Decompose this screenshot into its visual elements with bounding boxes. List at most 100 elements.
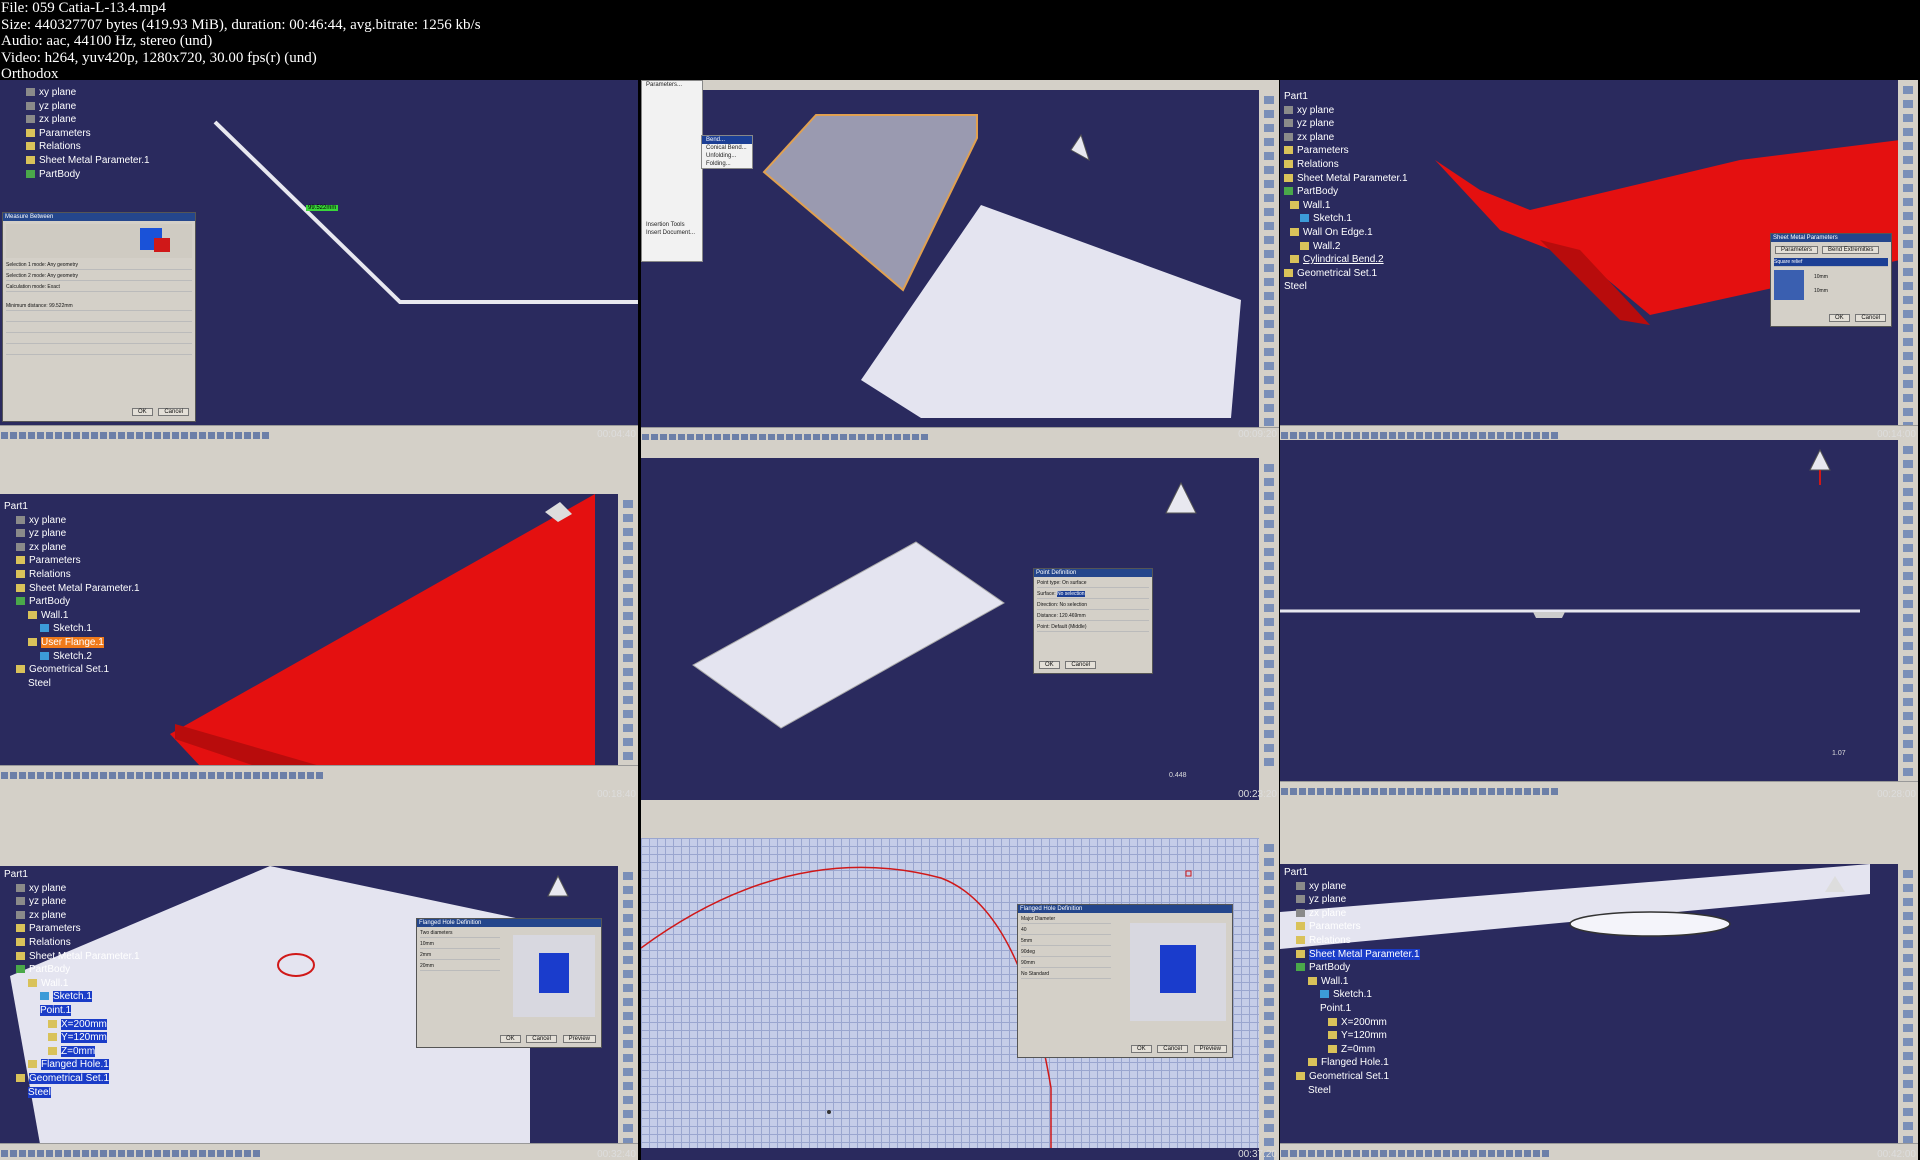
tree-node[interactable]: Relations (16, 936, 140, 950)
tree-node[interactable]: xy plane (1296, 880, 1420, 894)
bottom-toolbar[interactable] (0, 1143, 638, 1160)
tree-node[interactable]: PartBody (16, 595, 140, 609)
tree-node[interactable]: Sheet Metal Parameter.1 (26, 154, 150, 168)
tree-node[interactable]: Sheet Metal Parameter.1 (1296, 948, 1420, 962)
tree-node[interactable]: Part1 (1284, 90, 1408, 104)
tree-node[interactable]: PartBody (1284, 185, 1408, 199)
thumbnail-1[interactable]: 99.522mm xy plane yz plane zx plane Para… (0, 80, 638, 440)
tree-node[interactable]: Parameters (16, 922, 140, 936)
tree-node[interactable]: Wall.1 (28, 977, 140, 991)
preview-button[interactable]: Preview (1193, 1045, 1227, 1053)
ok-button[interactable]: OK (131, 408, 153, 416)
radius-field[interactable]: 5mm (1021, 937, 1111, 946)
ok-button[interactable]: OK (499, 1035, 521, 1043)
surface-field[interactable]: No selection (1057, 591, 1085, 597)
point-type-select[interactable]: On surface (1062, 580, 1086, 586)
bottom-toolbar[interactable] (1280, 781, 1918, 800)
tree-node[interactable]: Wall.2 (1300, 240, 1408, 254)
top-toolbar[interactable] (0, 816, 638, 866)
diameter-field[interactable]: 90mm (1021, 959, 1111, 968)
top-toolbar[interactable] (1280, 816, 1918, 864)
tree-node[interactable]: Relations (16, 568, 140, 582)
tree-node[interactable]: yz plane (16, 527, 140, 541)
right-toolbar[interactable] (1898, 80, 1918, 440)
thumbnail-7[interactable]: Part1 xy plane yz plane zx plane Paramet… (0, 800, 638, 1160)
thumbnail-5[interactable]: Point Definition Point type: On surface … (641, 440, 1279, 800)
cancel-button[interactable]: Cancel (1157, 1045, 1188, 1053)
tree-node[interactable]: zx plane (16, 541, 140, 555)
bottom-toolbar[interactable] (1280, 425, 1918, 440)
distance-field[interactable]: 120.469mm (1059, 613, 1085, 619)
cancel-button[interactable]: Cancel (1065, 661, 1097, 669)
tree-node[interactable]: Flanged Hole.1 (28, 1058, 140, 1072)
tree-node[interactable]: xy plane (1284, 104, 1408, 118)
top-toolbar[interactable] (641, 440, 1279, 458)
tree-node[interactable]: Steel (28, 1086, 140, 1100)
tree-node[interactable]: Parameters (1296, 920, 1420, 934)
tree-node[interactable]: Relations (1284, 158, 1408, 172)
tree-node[interactable]: User Flange.1 (28, 636, 140, 650)
tree-node[interactable]: Cylindrical Bend.2 (1290, 253, 1408, 267)
top-toolbar[interactable] (641, 80, 1279, 90)
parameters-choice-select[interactable]: Major Diameter (1021, 915, 1111, 924)
bottom-toolbar[interactable] (0, 765, 638, 800)
bottom-toolbar[interactable] (0, 425, 638, 440)
side-menu[interactable]: Parameters... Insertion Tools Insert Doc… (641, 80, 703, 262)
preview-button[interactable]: Preview (562, 1035, 596, 1043)
tree-node[interactable]: zx plane (1284, 131, 1408, 145)
tree-node[interactable]: Parameters (16, 554, 140, 568)
ok-button[interactable]: OK (1828, 314, 1850, 322)
tree-node[interactable]: Geometrical Set.1 (16, 1072, 140, 1086)
right-toolbar[interactable] (618, 494, 638, 800)
height-field[interactable]: 40 (1021, 926, 1111, 935)
selection1-select[interactable]: Any geometry (47, 262, 78, 268)
menu-item-folding[interactable]: Folding... (702, 160, 752, 168)
thumbnail-9[interactable]: Part1 xy plane yz plane zx plane Paramet… (1280, 800, 1918, 1160)
tree-node[interactable]: X=200mm (48, 1018, 140, 1032)
tree-node[interactable]: yz plane (1284, 117, 1408, 131)
tree-node[interactable]: Z=0mm (48, 1045, 140, 1059)
tree-node[interactable]: Steel (1284, 280, 1408, 294)
tree-node[interactable]: Geometrical Set.1 (16, 663, 140, 677)
tree-node[interactable]: xy plane (26, 86, 150, 100)
relief-select[interactable]: Square relief (1774, 258, 1888, 267)
tree-node[interactable]: Geometrical Set.1 (1296, 1070, 1420, 1084)
parameters-choice-select[interactable]: Two diameters (420, 929, 500, 938)
tree-node[interactable]: Geometrical Set.1 (1284, 267, 1408, 281)
top-toolbar[interactable] (0, 456, 638, 494)
diameter-field[interactable]: 20mm (420, 962, 500, 971)
tree-node[interactable]: Sheet Metal Parameter.1 (1284, 172, 1408, 186)
standard-field[interactable]: No Standard (1021, 970, 1111, 979)
thumbnail-6[interactable]: 1.07 00:28:00 (1280, 440, 1918, 800)
right-toolbar[interactable] (1259, 838, 1279, 1160)
reference-point-field[interactable]: Default (Middle) (1051, 624, 1086, 630)
l1-field[interactable]: 10mm (1814, 274, 1828, 280)
tree-node[interactable]: Part1 (4, 500, 140, 514)
tree-node[interactable]: Relations (26, 140, 150, 154)
cancel-button[interactable]: Cancel (1855, 314, 1886, 322)
tree-node[interactable]: xy plane (16, 882, 140, 896)
bottom-toolbar[interactable] (1280, 1143, 1918, 1160)
selection2-select[interactable]: Any geometry (47, 273, 78, 279)
tree-node[interactable]: Point.1 (1320, 1002, 1420, 1016)
tree-node[interactable]: Point.1 (40, 1004, 140, 1018)
right-toolbar[interactable] (618, 866, 638, 1160)
calc-mode-select[interactable]: Exact (47, 284, 60, 290)
height-field[interactable]: 10mm (420, 940, 500, 949)
tree-node[interactable]: PartBody (1296, 961, 1420, 975)
tree-node[interactable]: Sketch.1 (40, 622, 140, 636)
l2-field[interactable]: 10mm (1814, 288, 1828, 294)
tree-node[interactable]: Steel (1308, 1084, 1420, 1098)
tree-node[interactable]: zx plane (26, 113, 150, 127)
tree-node[interactable]: Steel (28, 677, 140, 691)
tree-node[interactable]: Wall.1 (1308, 975, 1420, 989)
bottom-toolbar[interactable] (641, 427, 1279, 440)
tree-node[interactable]: yz plane (1296, 893, 1420, 907)
tree-node[interactable]: Sketch.1 (1320, 988, 1420, 1002)
menu-item-bend[interactable]: Bend... (702, 136, 752, 144)
angle-field[interactable]: 90deg (1021, 948, 1111, 957)
tree-node[interactable]: Parameters (1284, 144, 1408, 158)
tree-node[interactable]: PartBody (16, 963, 140, 977)
tree-node[interactable]: Sheet Metal Parameter.1 (16, 582, 140, 596)
tree-node[interactable]: Z=0mm (1328, 1043, 1420, 1057)
